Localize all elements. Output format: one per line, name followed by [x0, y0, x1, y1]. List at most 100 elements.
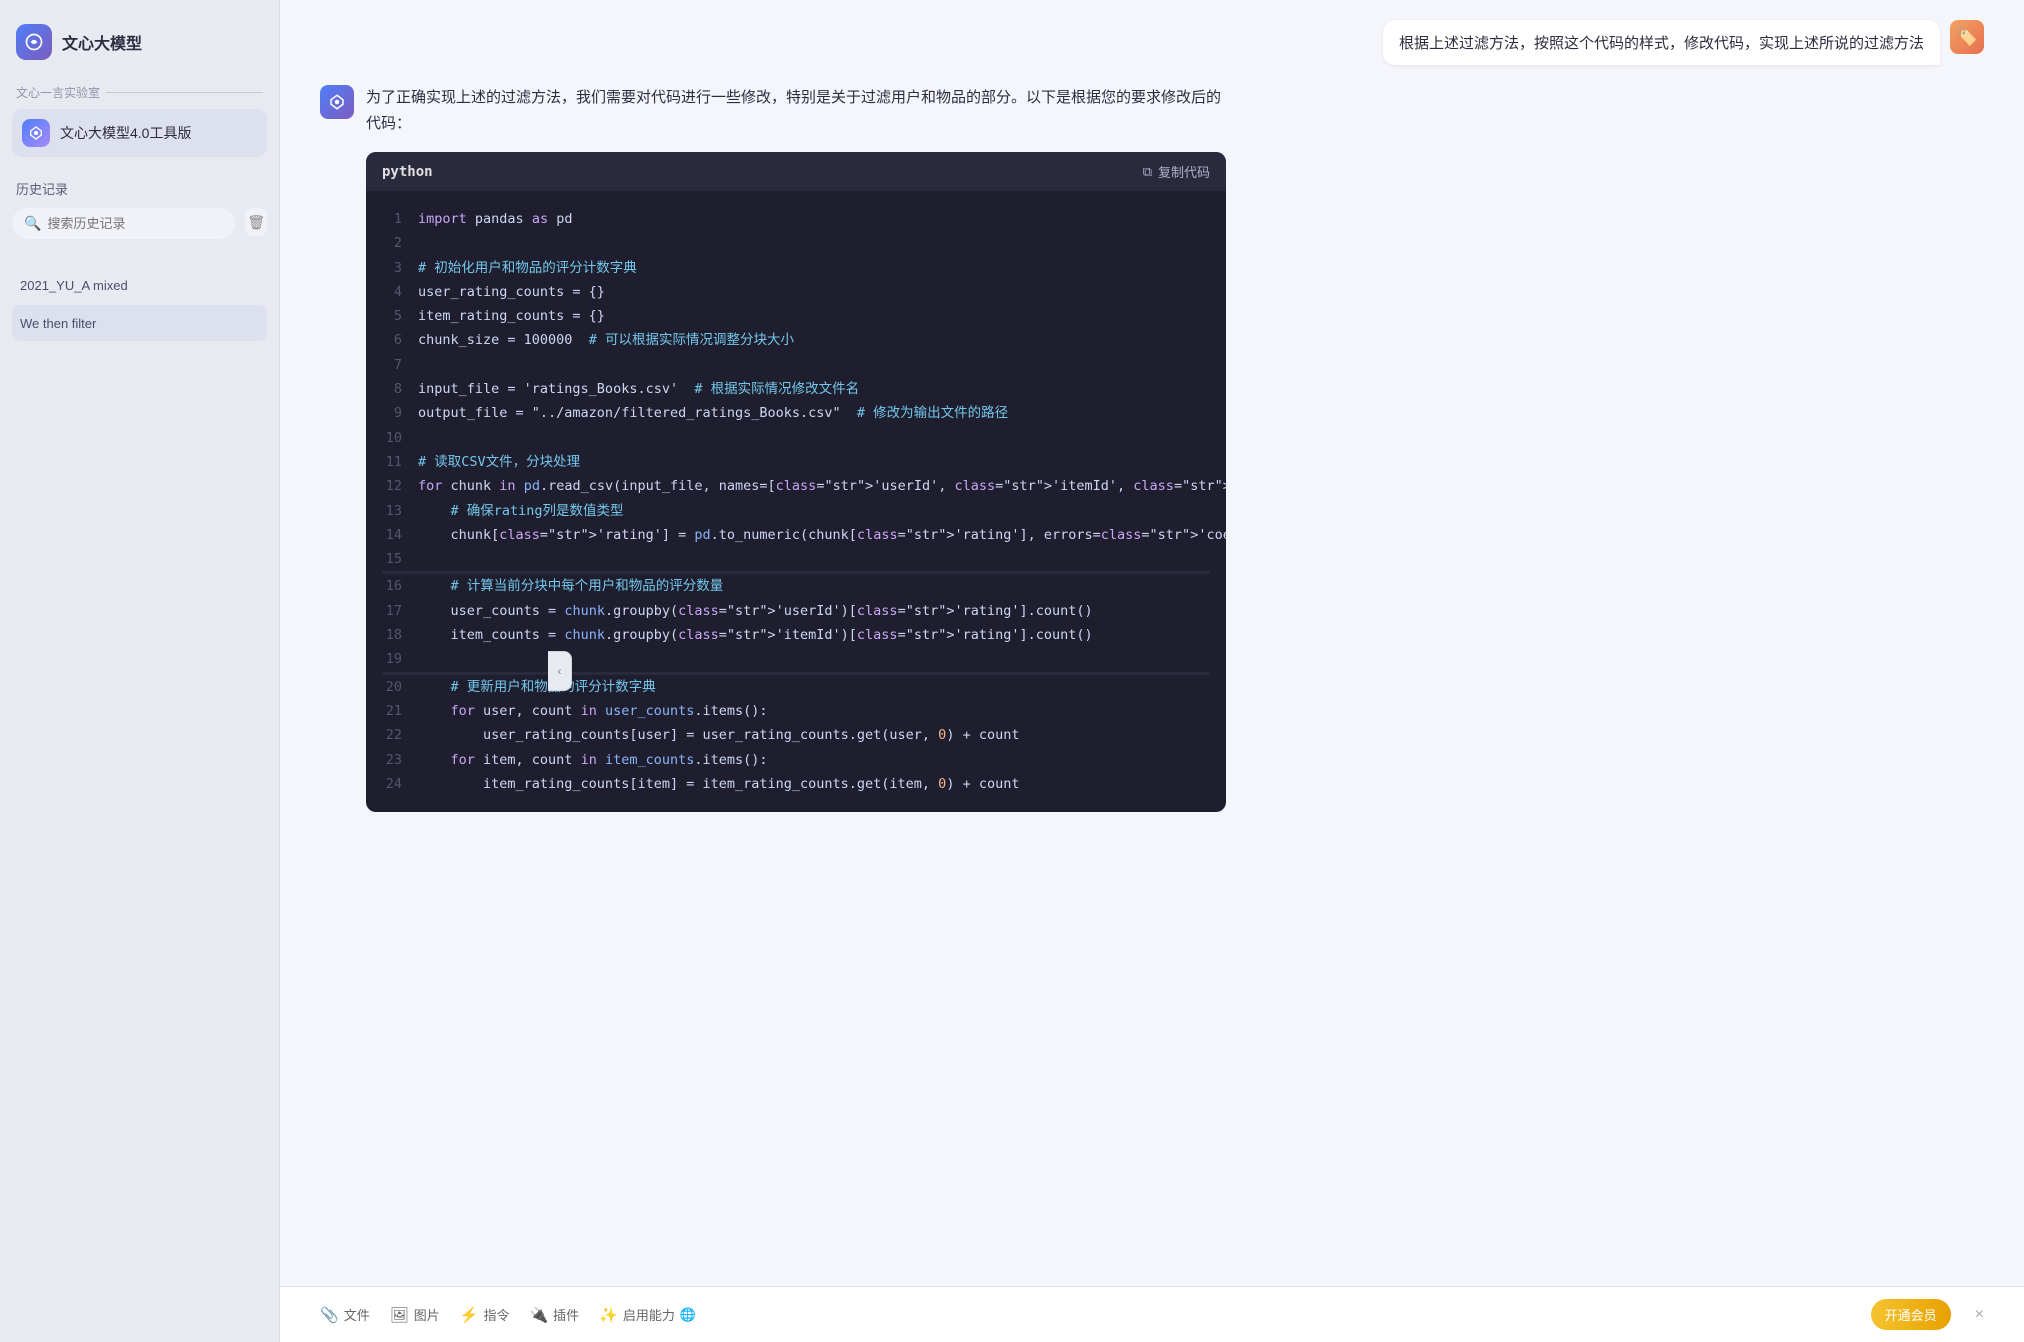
tool-command-label: 指令: [483, 1305, 509, 1324]
collapse-sidebar-button[interactable]: ‹: [548, 651, 572, 691]
line-content: # 读取CSV文件，分块处理: [418, 450, 580, 474]
code-line: 10: [382, 426, 1210, 450]
chat-area: 根据上述过滤方法，按照这个代码的样式，修改代码，实现上述所说的过滤方法 🏷️ 为…: [280, 0, 2024, 1286]
plugin-icon: 🔌: [529, 1306, 548, 1324]
line-number: 23: [382, 748, 402, 772]
code-line: 8 input_file = 'ratings_Books.csv' # 根据实际…: [382, 377, 1210, 401]
code-line: 11# 读取CSV文件，分块处理: [382, 450, 1210, 474]
code-line: 7: [382, 353, 1210, 377]
earth-icon: 🌐: [680, 1307, 696, 1323]
line-number: 17: [382, 599, 402, 623]
vip-close-button[interactable]: ×: [1975, 1306, 1984, 1324]
line-content: import pandas as pd: [418, 207, 572, 231]
ai-avatar: [320, 85, 354, 119]
ai-intro-text: 为了正确实现上述的过滤方法，我们需要对代码进行一些修改，特别是关于过滤用户和物品…: [366, 85, 1226, 136]
code-line: 23 for item, count in item_counts.items(…: [382, 748, 1210, 772]
line-number: 14: [382, 523, 402, 547]
code-line: 18 item_counts = chunk.groupby(class="st…: [382, 623, 1210, 647]
vip-button[interactable]: 开通会员: [1871, 1299, 1951, 1330]
code-line: 16 # 计算当前分块中每个用户和物品的评分数量: [382, 574, 1210, 598]
code-line: 6 chunk_size = 100000 # 可以根据实际情况调整分块大小: [382, 328, 1210, 352]
delete-history-button[interactable]: 🗑: [245, 208, 267, 236]
line-number: 20: [382, 675, 402, 699]
line-number: 3: [382, 256, 402, 280]
line-number: 16: [382, 574, 402, 598]
tool-file[interactable]: 📎 文件: [320, 1305, 370, 1324]
line-content: for user, count in user_counts.items():: [418, 699, 768, 723]
line-number: 1: [382, 207, 402, 231]
line-content: # 初始化用户和物品的评分计数字典: [418, 256, 637, 280]
line-content: item_counts = chunk.groupby(class="str">…: [418, 623, 1093, 647]
search-history-container: 🔍: [12, 208, 235, 239]
model-icon: [22, 119, 50, 147]
code-language-label: python: [382, 164, 433, 180]
model-item[interactable]: 文心大模型4.0工具版: [12, 109, 267, 157]
line-number: 10: [382, 426, 402, 450]
tool-plugin-label: 插件: [553, 1305, 579, 1324]
sidebar-logo: 文心大模型: [12, 16, 267, 80]
line-content: user_counts = chunk.groupby(class="str">…: [418, 599, 1093, 623]
history-item-text: 2021_YU_A mixed: [20, 278, 128, 293]
line-content: chunk_size = 100000 # 可以根据实际情况调整分块大小: [418, 328, 794, 352]
code-line: 9 output_file = "../amazon/filtered_ratin…: [382, 401, 1210, 425]
app-logo-icon: [16, 24, 52, 60]
code-line: 14 chunk[class="str">'rating'] = pd.to_n…: [382, 523, 1210, 547]
code-line: 5item_rating_counts = {}: [382, 304, 1210, 328]
code-line: 4 user_rating_counts = {}: [382, 280, 1210, 304]
ability-icon: ✨: [599, 1306, 618, 1324]
tool-command[interactable]: ⚡ 指令: [460, 1305, 510, 1324]
line-number: 21: [382, 699, 402, 723]
code-line: 3 # 初始化用户和物品的评分计数字典: [382, 256, 1210, 280]
code-line: 2: [382, 231, 1210, 255]
history-item[interactable]: We then filter ⤴: [12, 305, 267, 341]
line-number: 8: [382, 377, 402, 401]
line-content: # 确保rating列是数值类型: [418, 499, 624, 523]
line-number: 2: [382, 231, 402, 255]
line-content: for item, count in item_counts.items():: [418, 748, 768, 772]
bottom-bar: 📎 文件 🖼 图片 ⚡ 指令 🔌 插件 ✨ 启用能力 🌐 开通会员 ×: [280, 1286, 2024, 1342]
line-number: 13: [382, 499, 402, 523]
code-line: 12for chunk in pd.read_csv(input_file, n…: [382, 474, 1210, 498]
file-icon: 📎: [320, 1306, 339, 1324]
line-number: 18: [382, 623, 402, 647]
history-item[interactable]: 2021_YU_A mixed ⤴: [12, 267, 267, 303]
line-number: 19: [382, 647, 402, 671]
line-number: 4: [382, 280, 402, 304]
line-number: 9: [382, 401, 402, 425]
ai-content: 为了正确实现上述的过滤方法，我们需要对代码进行一些修改，特别是关于过滤用户和物品…: [366, 85, 1226, 812]
line-content: # 计算当前分块中每个用户和物品的评分数量: [418, 574, 723, 598]
code-block: python ⧉ 复制代码 1 import pandas as pd 23 # 初始…: [366, 152, 1226, 812]
tool-image-label: 图片: [414, 1305, 440, 1324]
image-icon: 🖼: [390, 1306, 409, 1324]
line-content: input_file = 'ratings_Books.csv' # 根据实际情…: [418, 377, 859, 401]
history-item-text: We then filter: [20, 316, 96, 331]
tool-ability[interactable]: ✨ 启用能力 🌐: [599, 1305, 696, 1324]
code-header: python ⧉ 复制代码: [366, 152, 1226, 191]
code-line: 20 # 更新用户和物品的评分计数字典: [382, 675, 1210, 699]
tool-plugin[interactable]: 🔌 插件: [529, 1305, 579, 1324]
tool-ability-label: 启用能力: [623, 1305, 675, 1324]
line-number: 22: [382, 723, 402, 747]
copy-code-button[interactable]: ⧉ 复制代码: [1143, 162, 1210, 181]
ai-message: 为了正确实现上述的过滤方法，我们需要对代码进行一些修改，特别是关于过滤用户和物品…: [320, 85, 1984, 812]
line-content: user_rating_counts = {}: [418, 280, 605, 304]
user-message-text: 根据上述过滤方法，按照这个代码的样式，修改代码，实现上述所说的过滤方法: [1399, 35, 1924, 52]
tool-file-label: 文件: [344, 1305, 370, 1324]
line-content: item_rating_counts[item] = item_rating_c…: [418, 772, 1019, 796]
line-number: 5: [382, 304, 402, 328]
line-content: # 更新用户和物品的评分计数字典: [418, 675, 656, 699]
sidebar: 文心大模型 文心一言实验室 文心大模型4.0工具版 历史记录 🔍 🗑 2021_…: [0, 0, 280, 1342]
line-number: 7: [382, 353, 402, 377]
line-content: output_file = "../amazon/filtered_rating…: [418, 401, 1008, 425]
line-number: 6: [382, 328, 402, 352]
copy-icon: ⧉: [1143, 164, 1152, 180]
line-content: user_rating_counts[user] = user_rating_c…: [418, 723, 1019, 747]
code-line: 24 item_rating_counts[item] = item_ratin…: [382, 772, 1210, 796]
line-number: 24: [382, 772, 402, 796]
search-icon: 🔍: [24, 215, 41, 232]
tool-image[interactable]: 🖼 图片: [390, 1305, 440, 1324]
code-line: 13 # 确保rating列是数值类型: [382, 499, 1210, 523]
app-title: 文心大模型: [62, 30, 142, 54]
line-content: for chunk in pd.read_csv(input_file, nam…: [418, 474, 1226, 498]
search-input[interactable]: [47, 216, 223, 231]
